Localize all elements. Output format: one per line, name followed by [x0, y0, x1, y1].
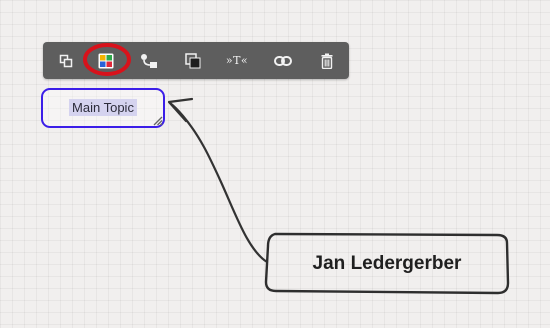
mind-map-canvas[interactable]: »T« Main Topic Jan Ledergerber — [0, 0, 550, 328]
text-format-button[interactable]: »T« — [217, 42, 257, 79]
callout-arrow — [168, 101, 269, 264]
resize-handle-icon[interactable] — [151, 114, 163, 126]
connector-icon — [141, 53, 157, 68]
callout-arrowhead-icon — [167, 97, 194, 123]
main-topic-node[interactable]: Main Topic — [41, 88, 165, 128]
shape-style-icon — [185, 52, 201, 68]
shape-style-button[interactable] — [173, 42, 213, 79]
trash-icon — [321, 53, 333, 69]
color-palette-icon — [98, 53, 114, 68]
connector-button[interactable] — [129, 42, 169, 79]
link-icon — [274, 55, 292, 66]
text-format-icon: »T« — [225, 54, 249, 67]
delete-button[interactable] — [307, 42, 347, 79]
main-topic-label[interactable]: Main Topic — [69, 98, 137, 116]
color-palette-button[interactable] — [86, 42, 126, 79]
callout-label: Jan Ledergerber — [312, 253, 462, 274]
add-subtopic-button[interactable] — [46, 42, 86, 79]
link-button[interactable] — [263, 42, 303, 79]
floating-toolbar: »T« — [43, 42, 349, 79]
add-subtopic-icon — [59, 54, 73, 67]
